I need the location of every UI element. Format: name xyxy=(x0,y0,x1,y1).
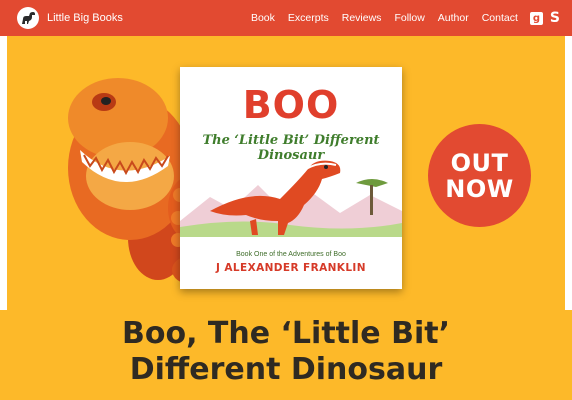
nav-link-book[interactable]: Book xyxy=(251,12,275,24)
brand-link[interactable]: Little Big Books xyxy=(17,7,123,29)
nav-link-reviews[interactable]: Reviews xyxy=(342,12,382,24)
nav-links: Book Excerpts Reviews Follow Author Cont… xyxy=(251,12,518,24)
out-now-badge-line2: NOW xyxy=(445,174,514,203)
book-cover-title: BOO xyxy=(242,83,340,127)
goodreads-icon[interactable]: g xyxy=(529,11,543,25)
dinosaur-logo-icon xyxy=(17,7,39,29)
out-now-badge-line1: OUT xyxy=(450,148,509,177)
page-headline: Boo, The ‘Little Bit’ Different Dinosaur xyxy=(0,316,572,388)
shopify-icon[interactable]: S xyxy=(550,11,560,25)
book-cover-series: Book One of the Adventures of Boo xyxy=(236,251,346,258)
nav-link-contact[interactable]: Contact xyxy=(482,12,518,24)
headline-line1: Boo, The ‘Little Bit’ xyxy=(122,316,450,351)
top-navbar: Little Big Books Book Excerpts Reviews F… xyxy=(0,0,572,36)
social-links: g S xyxy=(529,11,560,25)
nav-link-author[interactable]: Author xyxy=(438,12,469,24)
brand-name: Little Big Books xyxy=(47,12,123,24)
nav-link-follow[interactable]: Follow xyxy=(394,12,424,24)
book-cover[interactable]: BOO The ‘Little Bit’ Different Dinosaur … xyxy=(180,67,402,289)
nav-link-excerpts[interactable]: Excerpts xyxy=(288,12,329,24)
headline-line2: Different Dinosaur xyxy=(129,352,443,387)
book-cover-author: J ALEXANDER FRANKLIN xyxy=(216,262,366,274)
book-cover-illustration xyxy=(180,160,402,237)
out-now-badge[interactable]: OUT NOW xyxy=(428,124,531,227)
